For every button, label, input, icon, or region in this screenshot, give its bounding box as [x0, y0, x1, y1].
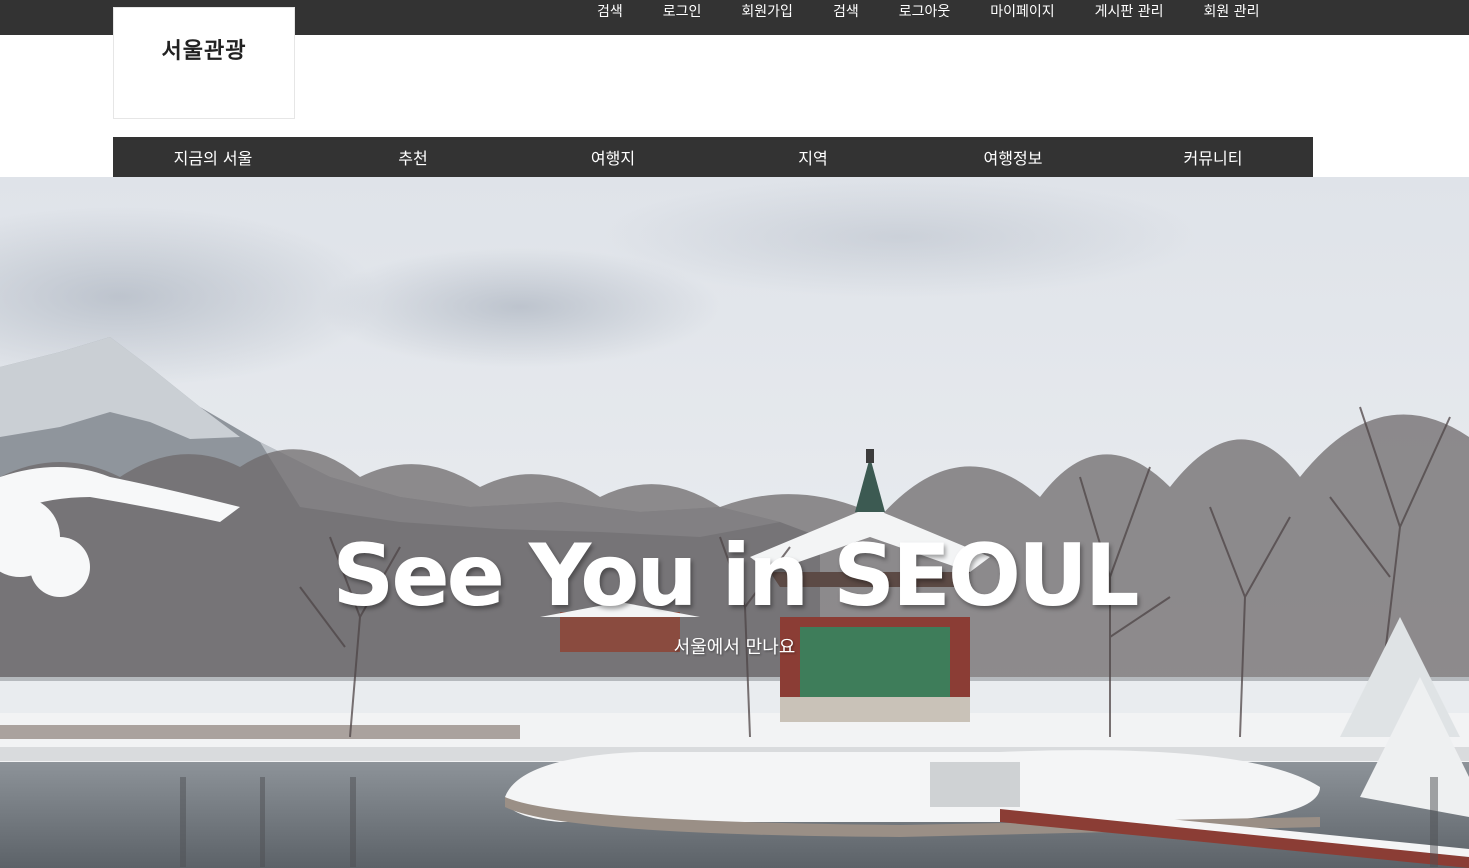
hero-banner: See You in SEOUL 서울에서 만나요 [0, 177, 1469, 868]
hero-background-image [0, 177, 1469, 868]
utility-nav: 검색 로그인 회원가입 검색 로그아웃 마이페이지 게시판 관리 회원 관리 [577, 0, 1279, 22]
main-nav-community[interactable]: 커뮤니티 [1113, 137, 1313, 177]
util-link-member-admin[interactable]: 회원 관리 [1184, 1, 1280, 21]
hero-title: See You in SEOUL [332, 526, 1139, 626]
site-logo[interactable]: 서울관광 [113, 7, 295, 119]
logo-text: 서울관광 [161, 39, 247, 64]
util-link-login[interactable]: 로그인 [643, 1, 722, 21]
util-link-search-2[interactable]: 검색 [813, 1, 879, 21]
main-nav-travel-info[interactable]: 여행정보 [913, 137, 1113, 177]
util-link-search[interactable]: 검색 [577, 1, 643, 21]
main-nav-now-seoul[interactable]: 지금의 서울 [113, 137, 313, 177]
main-nav-destinations[interactable]: 여행지 [513, 137, 713, 177]
hero-subtitle: 서울에서 만나요 [673, 637, 796, 658]
main-nav-regions[interactable]: 지역 [713, 137, 913, 177]
main-nav-recommend[interactable]: 추천 [313, 137, 513, 177]
util-link-logout[interactable]: 로그아웃 [879, 1, 971, 21]
util-link-board-admin[interactable]: 게시판 관리 [1075, 1, 1184, 21]
util-link-signup[interactable]: 회원가입 [721, 1, 813, 21]
util-link-mypage[interactable]: 마이페이지 [970, 1, 1074, 21]
main-nav: 지금의 서울 추천 여행지 지역 여행정보 커뮤니티 [113, 137, 1313, 177]
